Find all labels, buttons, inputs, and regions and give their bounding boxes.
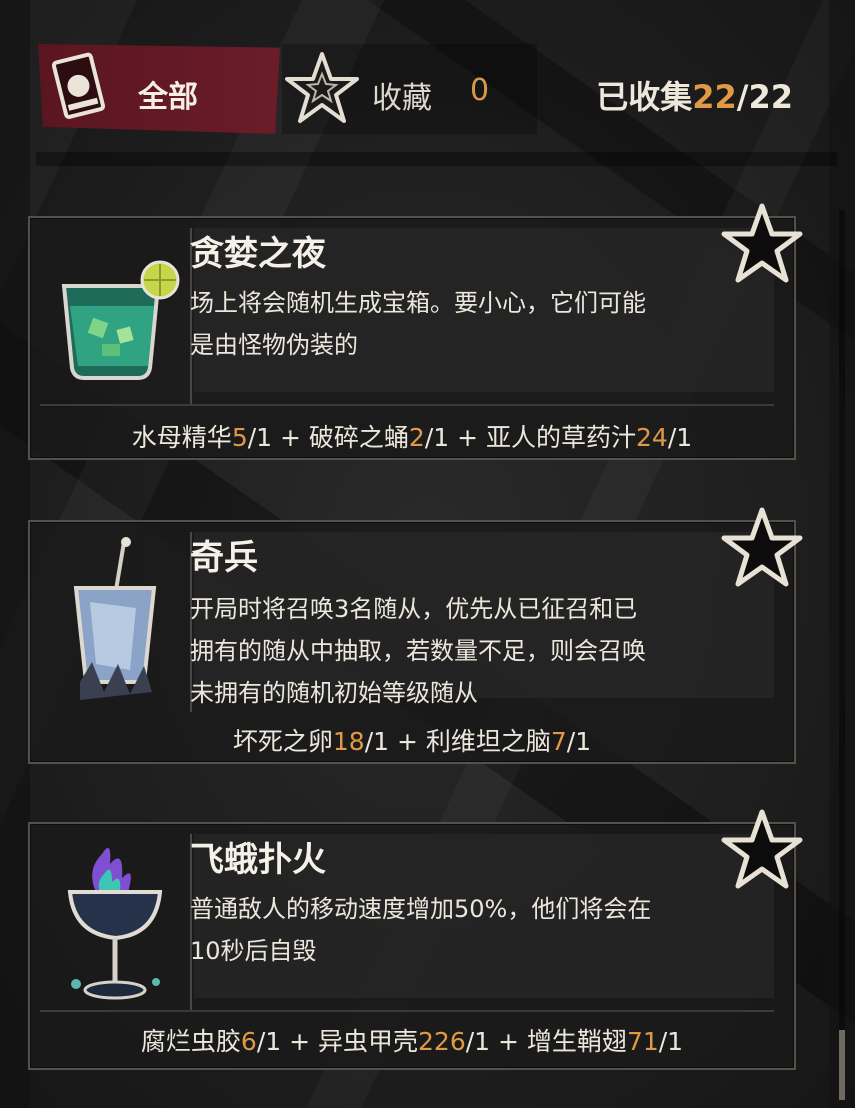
description-line: 场上将会随机生成宝箱。要小心，它们可能 — [190, 289, 646, 317]
tab-favorites-label: 收藏 — [372, 81, 432, 116]
ingredient-count: 5 — [231, 423, 248, 452]
ingredient-name: 增生鞘翅 — [526, 1027, 627, 1056]
description-line: 是由怪物伪装的 — [190, 331, 358, 359]
description-line: 拥有的随从中抽取，若数量不足，则会召唤 — [190, 637, 646, 665]
ingredient-name: 破碎之蛹 — [308, 423, 409, 452]
ingredient-required: /1 — [667, 423, 693, 452]
ingredient-name: 异虫甲壳 — [318, 1027, 419, 1056]
description-line: 普通敌人的移动速度增加50%，他们将会在 — [190, 895, 652, 923]
ingredient-count: 7 — [550, 727, 567, 756]
scrollbar-track[interactable] — [839, 210, 845, 1100]
card-title: 奇兵 — [190, 538, 258, 578]
collected-total: 22 — [748, 78, 793, 116]
scrollbar-thumb[interactable] — [839, 1030, 845, 1100]
ingredient-count: 6 — [240, 1027, 257, 1056]
ingredient-required: /1 — [424, 423, 450, 452]
ingredient-name: 腐烂虫胶 — [140, 1027, 241, 1056]
ingredient-name: 亚人的草药汁 — [486, 423, 637, 452]
cocktail-glass-icon — [61, 260, 180, 380]
favorite-star-icon[interactable] — [720, 506, 804, 590]
ingredient-count: 2 — [408, 423, 425, 452]
crystal-glass-icon — [73, 537, 157, 700]
collected-prefix: 已收集 — [596, 78, 693, 116]
tab-all[interactable]: 全部 — [38, 44, 280, 134]
description-line: 10秒后自毁 — [190, 937, 317, 965]
card-image-box — [40, 834, 192, 1010]
card-description: 场上将会随机生成宝箱。要小心，它们可能 是由怪物伪装的 — [190, 282, 750, 366]
recipe-card[interactable]: 贪婪之夜 场上将会随机生成宝箱。要小心，它们可能 是由怪物伪装的 水母精华5/1… — [28, 203, 803, 460]
card-description: 普通敌人的移动速度增加50%，他们将会在 10秒后自毁 — [190, 888, 750, 972]
card-icon — [51, 52, 106, 119]
ingredient-count: 24 — [636, 423, 668, 452]
card-divider — [40, 404, 774, 406]
card-title: 飞蛾扑火 — [190, 840, 326, 880]
tab-all-label: 全部 — [138, 80, 198, 115]
card-description: 开局时将召唤3名随从，优先从已征召和已 拥有的随从中抽取，若数量不足，则会召唤 … — [190, 588, 750, 714]
recipe-card[interactable]: 飞蛾扑火 普通敌人的移动速度增加50%，他们将会在 10秒后自毁 腐烂虫胶6/1… — [28, 809, 803, 1070]
ingredient-required: /1 — [364, 727, 390, 756]
card-title: 贪婪之夜 — [190, 234, 326, 274]
ingredient-name: 水母精华 — [131, 423, 232, 452]
tab-favorites[interactable]: 收藏 0 — [282, 44, 537, 134]
ingredient-required: /1 — [247, 423, 273, 452]
card-recipe: 水母精华5/1 + 破碎之蛹2/1 + 亚人的草药汁24/1 — [131, 423, 693, 452]
flame-goblet-icon — [67, 847, 163, 1000]
star-outline-icon — [285, 52, 359, 123]
ingredient-count: 71 — [626, 1027, 659, 1056]
card-recipe: 腐烂虫胶6/1 + 异虫甲壳226/1 + 增生鞘翅71/1 — [140, 1027, 684, 1056]
ingredient-name: 利维坦之脑 — [425, 727, 551, 756]
favorite-star-icon[interactable] — [720, 202, 804, 286]
ingredient-required: /1 — [566, 727, 592, 756]
card-image-box — [40, 532, 192, 712]
ingredient-required: /1 — [658, 1027, 684, 1056]
header-divider — [36, 152, 837, 166]
ingredient-required: /1 — [465, 1027, 491, 1056]
ingredient-required: /1 — [256, 1027, 282, 1056]
favorite-star-icon[interactable] — [720, 808, 804, 892]
favorites-count: 0 — [470, 73, 490, 108]
ingredient-name: 坏死之卵 — [232, 727, 333, 756]
left-frame — [0, 0, 30, 1108]
collected-progress: 已收集22/22 — [596, 72, 793, 118]
description-line: 未拥有的随机初始等级随从 — [190, 679, 478, 707]
card-image-box — [40, 228, 192, 406]
description-line: 开局时将召唤3名随从，优先从已征召和已 — [190, 595, 638, 623]
card-recipe: 坏死之卵18/1 + 利维坦之脑7/1 — [232, 727, 592, 756]
card-divider — [40, 1010, 774, 1012]
collected-separator: / — [736, 78, 749, 116]
collected-count: 22 — [692, 78, 737, 116]
recipe-card[interactable]: 奇兵 开局时将召唤3名随从，优先从已征召和已 拥有的随从中抽取，若数量不足，则会… — [28, 507, 803, 764]
ingredient-count: 18 — [332, 727, 365, 756]
ingredient-count: 226 — [418, 1027, 466, 1056]
